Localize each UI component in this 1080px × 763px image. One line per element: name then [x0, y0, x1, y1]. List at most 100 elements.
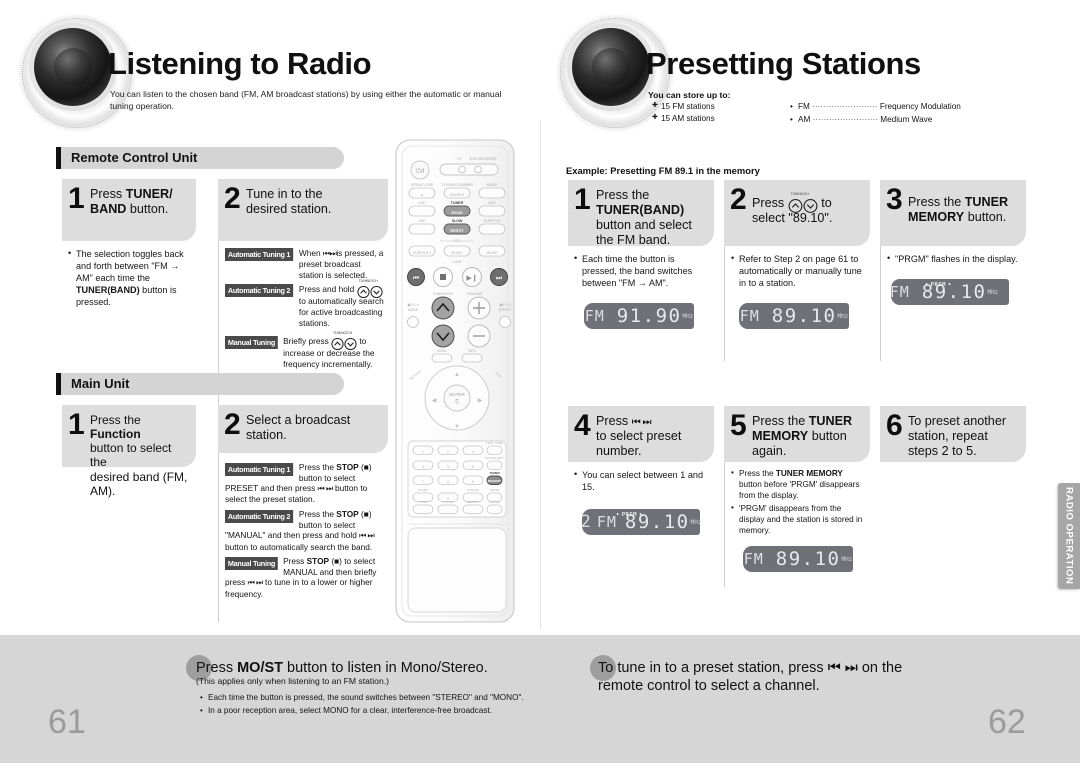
bullet-item: Each time the button is pressed, the sou…: [200, 691, 524, 704]
display-band: FM: [584, 307, 605, 326]
bullet-item: 'PRGM' disappears from the display and t…: [731, 503, 866, 537]
tuning-chip: Automatic Tuning 1: [225, 463, 294, 476]
step-number: 6: [886, 409, 903, 442]
step-instruction: Press ⏮ ⏭ to select preset number.: [596, 414, 682, 458]
step-number: 1: [68, 408, 85, 441]
step-instruction: Tune in to the desired station.: [246, 187, 332, 216]
section-label: Remote Control Unit: [71, 150, 198, 165]
bullet-item: Refer to Step 2 on page 61 to automatica…: [731, 252, 866, 289]
display-unit: MHz: [690, 518, 702, 526]
tuning-row: Manual Tuning Press STOP (■) to select M…: [225, 556, 384, 599]
tuning-text: When ⏮⏭is pressed, a preset broadcast st…: [298, 248, 384, 280]
page-subtitle-left: You can listen to the chosen band (FM, A…: [110, 89, 502, 112]
svg-text:▣ P L II: ▣ P L II: [499, 303, 511, 307]
step-header: 1 Press TUNER/BAND button.: [62, 179, 196, 241]
bullet-item: The selection toggles back and forth bet…: [68, 247, 192, 308]
tuning-row: Automatic Tuning 2 Press the STOP (■) bu…: [225, 509, 384, 552]
band-meaning: Frequency Modulation: [879, 102, 961, 111]
bullet-item: "PRGM" flashes in the display.: [887, 252, 1022, 265]
display-panel: FM 91.90 MHz: [584, 303, 694, 330]
tuning-chip: Automatic Tuning 2: [225, 510, 294, 524]
bottom-note-band: Press MO/ST button to listen in Mono/Ste…: [0, 635, 1080, 763]
manual-page-spread: Listening to Radio You can listen to the…: [0, 0, 1080, 763]
svg-text:TEST TONE: TEST TONE: [486, 441, 503, 445]
display-frequency: 89.10: [771, 305, 837, 328]
page-number-left: 61: [48, 703, 86, 741]
page-number-right: 62: [988, 703, 1026, 741]
step-body: Each time the button is pressed, the ban…: [568, 246, 714, 361]
step-header: 3 Press the TUNER MEMORY button.: [880, 180, 1026, 246]
step-instruction: Press TUNER/BAND button.: [90, 187, 173, 216]
svg-text:SLEEP: SLEEP: [418, 488, 428, 492]
svg-text:CANCEL: CANCEL: [467, 488, 480, 492]
prgm-indicator: PRGM: [616, 512, 643, 518]
display-panel: FM 89.10 MHz: [739, 303, 849, 330]
bullet-item: Each time the button is pressed, the ban…: [574, 252, 710, 289]
step-number: 4: [574, 409, 591, 442]
svg-text:MUSIC: MUSIC: [451, 251, 463, 255]
side-tab-label: RADIO OPERATION: [1063, 487, 1075, 585]
step-instruction: Press the TUNER MEMORY button again.: [752, 414, 853, 458]
svg-text:5: 5: [447, 465, 449, 469]
step-box: 5 Press the TUNERMEMORY buttonagain. Pre…: [724, 406, 870, 587]
step-number: 2: [730, 183, 747, 216]
step-body: [62, 467, 196, 622]
svg-text:SOUND EDIT: SOUND EDIT: [485, 456, 504, 460]
svg-text:EFFECT: EFFECT: [499, 308, 512, 312]
display-panel: PRGM FM 89.10 MHz: [889, 279, 1009, 306]
tuning-row: Automatic Tuning 1 When ⏮⏭is pressed, a …: [225, 248, 384, 280]
leader-dots: ························: [812, 102, 878, 111]
svg-text:⎗: ⎗: [455, 399, 459, 405]
step-instruction: Press TUNING/CH to select "89.10".: [752, 192, 833, 225]
step-instruction: Press the TUNER(BAND) button and select the…: [596, 188, 692, 247]
bullet-item: Press the TUNER MEMORY button before 'PR…: [731, 468, 866, 502]
step-bullet-list: "PRGM" flashes in the display.: [887, 252, 1022, 265]
step-header: 1 Press the TUNER(BAND) button and select t…: [568, 180, 714, 247]
svg-text:7: 7: [422, 480, 424, 484]
step-number: 2: [224, 182, 241, 215]
tuning-row: Manual Tuning Briefly press TUNING/CH to…: [225, 331, 384, 369]
svg-text:⏭: ⏭: [496, 274, 503, 282]
step-instruction: Press the TUNER MEMORY button.: [908, 195, 1009, 224]
display-band: FM: [596, 513, 617, 532]
svg-text:▣ P L II: ▣ P L II: [407, 303, 419, 307]
svg-text:3: 3: [472, 450, 474, 454]
svg-text:INFO: INFO: [468, 349, 476, 353]
svg-text:DVD: DVD: [418, 201, 426, 205]
svg-text:V-AMP: V-AMP: [452, 260, 463, 264]
list-item: FM ························ Frequency Mo…: [790, 101, 961, 114]
display-unit: MHz: [837, 312, 849, 320]
svg-text:ASC: ASC: [418, 219, 426, 223]
svg-text:AUX: AUX: [488, 201, 496, 205]
svg-text:▶❙: ▶❙: [466, 274, 477, 282]
step-instruction: To preset another station, repeat steps 2 …: [908, 414, 1007, 458]
display-band: FM: [889, 283, 910, 302]
step-number: 3: [886, 183, 903, 216]
step-header: 1 Press the Function button to select the…: [62, 405, 196, 498]
store-heading: You can store up to:: [648, 90, 731, 100]
store-capacity-list: 15 FM stations 15 AM stations: [652, 101, 715, 126]
step-header: 2 Tune in to the desired station.: [218, 179, 388, 241]
list-item: AM ························ Medium Wave: [790, 114, 961, 127]
svg-text:TUNER: TUNER: [489, 471, 500, 475]
page-divider: [540, 120, 541, 630]
band-meaning: Medium Wave: [880, 114, 933, 124]
list-item: 15 FM stations: [652, 101, 715, 113]
step-number: 2: [224, 408, 241, 441]
svg-text:⏻/I: ⏻/I: [416, 168, 425, 175]
svg-text:MENU: MENU: [437, 349, 447, 353]
svg-text:TUNER: TUNER: [451, 201, 464, 205]
svg-text:MOVIE: MOVIE: [486, 251, 498, 255]
svg-text:▲: ▲: [454, 372, 460, 378]
leader-dots: ························: [812, 114, 878, 124]
page-title-right: Presetting Stations: [646, 46, 921, 81]
svg-text:9: 9: [472, 480, 474, 484]
display-panel: PRGM 2 FM 89.10 MHz: [581, 509, 702, 536]
step-body: Automatic Tuning 1 Press the STOP (■) bu…: [218, 453, 388, 622]
svg-text:TUNING/CH: TUNING/CH: [433, 292, 453, 296]
step-box: 1 Press the Function button to select the…: [62, 405, 196, 622]
step-box: 4 Press ⏮ ⏭to select presetnumber. You c…: [568, 406, 714, 587]
step-header: 2 Press TUNING/CH to select "89.10".: [724, 180, 870, 246]
note-bullet-list-left: Each time the button is pressed, the sou…: [200, 691, 524, 717]
display-band: FM: [743, 550, 764, 569]
